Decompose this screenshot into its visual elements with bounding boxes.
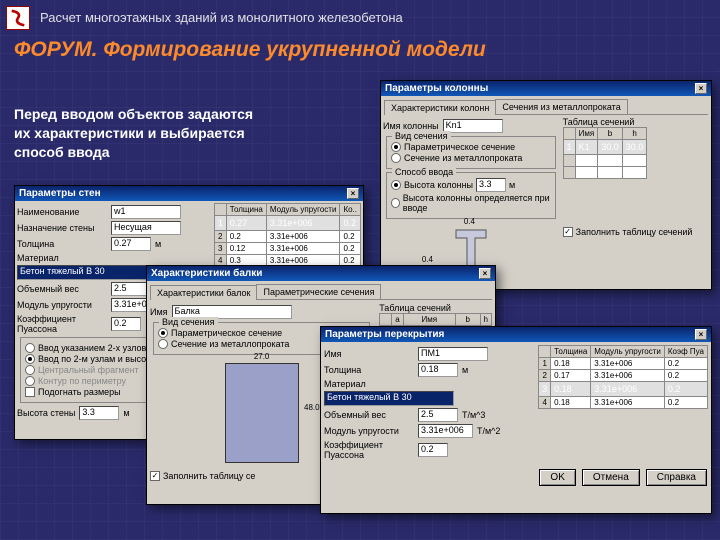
label: Имя: [150, 307, 168, 317]
radio-label: Сечение из металлопроката: [171, 339, 289, 349]
column-name-input[interactable]: Kn1: [443, 119, 503, 133]
label: Объемный вес: [324, 410, 414, 420]
label: Имя: [324, 349, 414, 359]
slab-poisson-input[interactable]: 0.2: [418, 443, 448, 457]
slab-modulus-input[interactable]: 3.31e+006: [418, 424, 473, 438]
radio-col-height[interactable]: Высота колонны 3.3 м: [391, 178, 551, 192]
dim-label: 27.0: [226, 352, 298, 361]
radio-label: Центральный фрагмент: [38, 365, 139, 375]
close-icon[interactable]: ×: [695, 83, 707, 94]
close-icon[interactable]: ×: [695, 329, 707, 340]
label: Высота стены: [17, 408, 75, 418]
dialog-slab-params: Параметры перекрытия × Имя ПМ1 Толщина 0.1…: [320, 326, 712, 514]
page-header: Расчет многоэтажных зданий из монолитног…: [40, 10, 403, 25]
radio-height-at-input[interactable]: Высота колонны определяется при вводе: [391, 193, 551, 213]
cancel-button[interactable]: Отмена: [582, 469, 640, 486]
page-title: ФОРУМ. Формирование укрупненной модели: [14, 38, 486, 62]
unit-label: м: [462, 365, 468, 375]
wall-height-input[interactable]: 3.3: [79, 406, 119, 420]
close-icon[interactable]: ×: [347, 188, 359, 199]
beam-section-preview: 27.0 48.0: [225, 363, 299, 463]
ok-button[interactable]: OK: [539, 469, 575, 486]
slab-thickness-input[interactable]: 0.18: [418, 363, 458, 377]
help-button[interactable]: Справка: [646, 469, 707, 486]
label: Толщина: [324, 365, 414, 375]
caption-text: Перед вводом объектов задаются их характ…: [14, 105, 264, 162]
label: Объемный вес: [17, 284, 107, 294]
wall-purpose-input[interactable]: Несущая: [111, 221, 181, 235]
radio-label: Параметрическое сечение: [171, 328, 282, 338]
radio-metal-section[interactable]: Сечение из металлопроката: [391, 153, 551, 163]
unit-label: м: [155, 239, 161, 249]
tab-column-props[interactable]: Характеристики колонн: [384, 100, 496, 115]
radio-label: Сечение из металлопроката: [404, 153, 522, 163]
check-label: Подогнать размеры: [38, 387, 121, 397]
group-title: Способ ввода: [392, 167, 456, 177]
tab-metal-sections[interactable]: Сечения из металлопроката: [495, 99, 627, 114]
unit-label: Т/м^2: [477, 426, 500, 436]
dialog-title: Характеристики балки: [151, 268, 262, 279]
check-label: Заполнить таблицу се: [163, 471, 255, 481]
dialog-title: Параметры колонны: [385, 83, 488, 94]
label: Толщина: [17, 239, 107, 249]
slab-density-input[interactable]: 2.5: [418, 408, 458, 422]
tab-param-sections[interactable]: Параметрические сечения: [256, 284, 381, 299]
wall-poisson-input[interactable]: 0.2: [111, 317, 141, 331]
radio-param-section[interactable]: Параметрическое сечение: [391, 142, 551, 152]
dialog-title: Параметры стен: [19, 188, 101, 199]
column-height-input[interactable]: 3.3: [476, 178, 506, 192]
dim-label: 48.0: [304, 403, 320, 412]
label: Назначение стены: [17, 223, 107, 233]
unit-label: м: [123, 408, 129, 418]
label: Материал: [324, 379, 414, 389]
radio-label: Высота колонны: [404, 180, 473, 190]
label: Модуль упругости: [324, 426, 414, 436]
label: Таблица сечений: [379, 303, 492, 313]
close-icon[interactable]: ×: [479, 268, 491, 279]
dim-label: 0.4: [464, 217, 475, 226]
group-title: Вид сечения: [392, 131, 451, 141]
section-table[interactable]: Имяbh 1K130.030.0: [563, 127, 648, 179]
label: Модуль упругости: [17, 300, 107, 310]
label: Таблица сечений: [563, 117, 709, 127]
label: Коэффициент Пуассона: [17, 314, 107, 334]
label: Наименование: [17, 207, 107, 217]
check-label: Заполнить таблицу сечений: [576, 227, 693, 237]
label: Коэффициент Пуассона: [324, 440, 414, 460]
radio-label: Высота колонны определяется при вводе: [403, 193, 551, 213]
radio-label: Контур по периметру: [38, 376, 126, 386]
checkbox-fill-table[interactable]: Заполнить таблицу сечений: [563, 227, 709, 237]
slab-material-select[interactable]: Бетон тяжелый B 30: [324, 391, 454, 406]
dialog-title: Параметры перекрытия: [325, 329, 444, 340]
unit-label: м: [509, 180, 515, 190]
dim-label: 0.4: [422, 255, 433, 264]
label: Материал: [17, 253, 107, 263]
radio-label: Параметрическое сечение: [404, 142, 515, 152]
wall-material-select[interactable]: Бетон тяжелый B 30: [17, 265, 147, 280]
label: Имя колонны: [383, 121, 439, 131]
dialog-column-params: Параметры колонны × Характеристики колон…: [380, 80, 712, 290]
wall-name-input[interactable]: w1: [111, 205, 181, 219]
app-logo: [6, 6, 30, 30]
radio-label: Ввод указанием 2-х узлов: [38, 343, 146, 353]
group-title: Вид сечения: [159, 317, 218, 327]
wall-thickness-input[interactable]: 0.27: [111, 237, 151, 251]
unit-label: Т/м^3: [462, 410, 485, 420]
tab-beam-props[interactable]: Характеристики балок: [150, 285, 257, 300]
slab-grid[interactable]: ТолщинаМодуль упругостиКоэф Пуа10.183.31…: [538, 345, 708, 409]
slab-name-input[interactable]: ПМ1: [418, 347, 488, 361]
